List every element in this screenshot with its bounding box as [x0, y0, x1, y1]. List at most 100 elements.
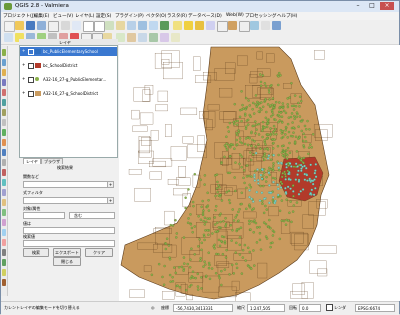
school-point[interactable]	[272, 169, 275, 172]
add-mssql-icon[interactable]	[2, 89, 6, 96]
school-point[interactable]	[268, 218, 271, 222]
school-point[interactable]	[208, 217, 211, 220]
school-point[interactable]	[219, 220, 222, 224]
school-point[interactable]	[236, 123, 239, 126]
add-virtual-layer-icon[interactable]	[2, 159, 6, 166]
school-point[interactable]	[231, 263, 234, 267]
school-point[interactable]	[229, 143, 233, 146]
school-point[interactable]	[190, 283, 193, 287]
school-point[interactable]	[284, 223, 288, 226]
school-point[interactable]	[174, 219, 177, 222]
add-wms-icon[interactable]	[2, 99, 6, 106]
school-point[interactable]	[163, 264, 166, 268]
school-point[interactable]	[238, 236, 242, 239]
school-point[interactable]	[188, 266, 192, 269]
school-point[interactable]	[224, 256, 228, 259]
selected-school-point[interactable]	[310, 188, 314, 192]
selected-school-point[interactable]	[276, 183, 279, 186]
school-point[interactable]	[295, 150, 299, 153]
school-point[interactable]	[224, 217, 227, 220]
school-point[interactable]	[265, 155, 268, 159]
school-point[interactable]	[206, 229, 209, 232]
school-point[interactable]	[265, 125, 269, 129]
field-calculator-icon[interactable]	[217, 21, 228, 32]
school-point[interactable]	[255, 105, 258, 108]
add-arcgis-icon[interactable]	[2, 199, 6, 206]
selected-school-point[interactable]	[256, 178, 260, 182]
school-point[interactable]	[280, 115, 284, 118]
school-point[interactable]	[257, 133, 261, 136]
school-point[interactable]	[218, 214, 221, 217]
school-point[interactable]	[271, 176, 275, 180]
school-point[interactable]	[199, 259, 202, 262]
attribute-table-icon[interactable]	[206, 21, 215, 30]
menu-edit[interactable]: 編集(E)	[34, 13, 49, 19]
school-point[interactable]	[281, 102, 285, 105]
school-point[interactable]	[261, 129, 264, 133]
school-point[interactable]	[281, 135, 285, 139]
school-point[interactable]	[228, 201, 232, 205]
school-point[interactable]	[254, 103, 257, 106]
school-point[interactable]	[235, 241, 238, 245]
school-point[interactable]	[229, 224, 233, 227]
selected-school-point[interactable]	[277, 193, 280, 197]
zoom-full-icon[interactable]	[105, 21, 114, 30]
school-point[interactable]	[267, 91, 271, 94]
school-point[interactable]	[238, 208, 241, 211]
school-point[interactable]	[264, 180, 268, 183]
school-point[interactable]	[244, 108, 247, 111]
school-point[interactable]	[220, 235, 224, 238]
school-point[interactable]	[192, 204, 195, 208]
school-point[interactable]	[245, 186, 248, 190]
selected-school-point[interactable]	[305, 167, 308, 170]
school-point[interactable]	[267, 169, 270, 172]
school-point[interactable]	[284, 133, 287, 136]
school-point[interactable]	[264, 143, 267, 146]
school-point[interactable]	[247, 246, 250, 250]
school-point[interactable]	[169, 223, 172, 227]
school-point[interactable]	[216, 180, 219, 184]
school-point[interactable]	[187, 188, 190, 191]
school-point[interactable]	[228, 155, 232, 158]
school-point[interactable]	[238, 115, 242, 119]
school-point[interactable]	[297, 101, 300, 105]
school-point[interactable]	[284, 175, 287, 178]
school-point[interactable]	[285, 198, 288, 201]
add-spatialite-icon[interactable]	[2, 79, 6, 86]
school-point[interactable]	[286, 103, 289, 106]
school-point[interactable]	[274, 118, 277, 122]
school-point[interactable]	[221, 253, 225, 256]
school-point[interactable]	[281, 106, 285, 110]
school-point[interactable]	[272, 164, 275, 167]
school-point[interactable]	[227, 130, 230, 133]
school-point[interactable]	[248, 250, 251, 254]
school-point[interactable]	[245, 207, 248, 211]
school-point[interactable]	[302, 146, 306, 149]
school-point[interactable]	[266, 133, 270, 136]
school-point[interactable]	[295, 201, 299, 204]
school-point[interactable]	[216, 190, 219, 194]
school-point[interactable]	[262, 156, 265, 159]
school-point[interactable]	[255, 128, 258, 131]
school-point[interactable]	[303, 135, 307, 139]
school-point[interactable]	[266, 121, 269, 125]
school-point[interactable]	[216, 221, 219, 224]
selected-school-point[interactable]	[284, 191, 288, 194]
school-point[interactable]	[215, 173, 219, 176]
school-point[interactable]	[200, 205, 203, 208]
selected-school-point[interactable]	[301, 188, 305, 191]
school-point[interactable]	[217, 238, 221, 242]
school-point[interactable]	[240, 155, 244, 158]
school-point[interactable]	[218, 195, 222, 198]
school-point[interactable]	[309, 143, 312, 146]
selected-school-point[interactable]	[277, 162, 280, 165]
school-point[interactable]	[189, 277, 192, 280]
school-point[interactable]	[262, 211, 266, 215]
school-point[interactable]	[225, 191, 228, 194]
school-point[interactable]	[259, 169, 262, 172]
school-point[interactable]	[261, 135, 264, 139]
school-point[interactable]	[279, 74, 282, 77]
school-point[interactable]	[228, 171, 232, 175]
school-point[interactable]	[199, 218, 203, 221]
school-point[interactable]	[292, 131, 295, 134]
